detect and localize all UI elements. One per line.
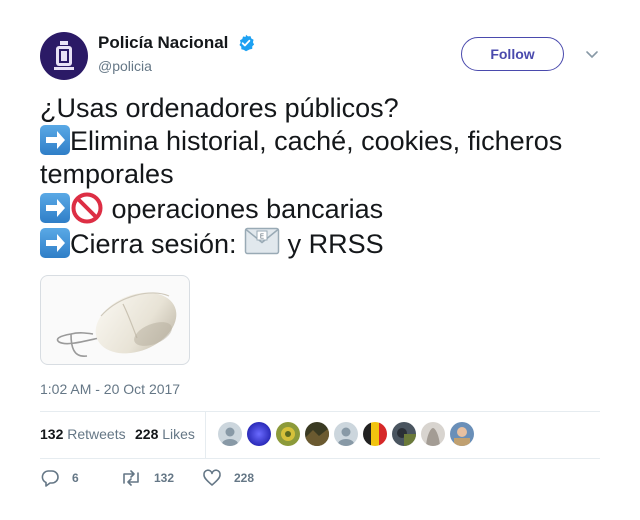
tweet-line-4-text: operaciones bancarias [104, 194, 384, 224]
retweet-count: 132 [154, 471, 175, 485]
tweet-line-2: Elimina historial, caché, cookies, fiche… [40, 125, 610, 158]
tweet-line-1: ¿Usas ordenadores públicos? [40, 93, 399, 123]
liker-avatar[interactable] [450, 422, 474, 446]
tweet-text: ¿Usas ordenadores públicos? Elimina hist… [40, 92, 610, 261]
tweet-actions: 6 132 228 [40, 468, 600, 492]
like-button[interactable]: 228 [202, 468, 254, 488]
tweet-line-5: Cierra sesión: E y RRSS [40, 226, 610, 261]
retweets-stat[interactable]: 132 Retweets [40, 426, 126, 442]
liker-avatar[interactable] [305, 422, 329, 446]
chevron-down-icon[interactable] [585, 47, 599, 61]
tweet-line-4: operaciones bancarias [40, 191, 610, 226]
tweet-line-5-text-a: Cierra sesión: [70, 229, 245, 259]
no-entry-emoji-icon [71, 192, 103, 224]
account-name-block: Policía Nacional @policia [98, 33, 255, 74]
tweet-line-2-text: Elimina historial, caché, cookies, fiche… [70, 126, 563, 156]
display-name[interactable]: Policía Nacional [98, 33, 228, 53]
liker-avatar[interactable] [421, 422, 445, 446]
computer-mouse-image [56, 292, 177, 357]
stats-separator [205, 412, 206, 458]
account-avatar[interactable] [40, 32, 88, 80]
likes-label: Likes [162, 426, 195, 442]
retweets-label: Retweets [67, 426, 126, 442]
liker-avatars [218, 422, 479, 446]
like-count: 228 [234, 471, 255, 485]
reply-count: 6 [72, 471, 79, 485]
tweet-line-3: temporales [40, 159, 174, 189]
svg-text:E: E [260, 233, 264, 241]
police-crest-icon [54, 41, 74, 70]
right-arrow-emoji-icon [40, 125, 70, 155]
divider [40, 458, 600, 459]
reply-button[interactable]: 6 [40, 468, 79, 488]
right-arrow-emoji-icon [40, 193, 70, 223]
account-handle[interactable]: @policia [98, 58, 255, 74]
follow-button[interactable]: Follow [461, 37, 564, 71]
retweets-count: 132 [40, 426, 64, 442]
envelope-emoji-icon: E [244, 227, 280, 255]
verified-badge-icon [239, 34, 254, 52]
likes-stat[interactable]: 228 Likes [135, 426, 195, 442]
reply-icon [41, 470, 59, 487]
retweet-icon [123, 470, 139, 486]
tweet-media-thumbnail[interactable] [40, 275, 190, 365]
tweet-stats: 132 Retweets 228 Likes [40, 412, 600, 458]
tweet-line-5-text-b: y RRSS [280, 229, 384, 259]
heart-icon [203, 469, 221, 486]
liker-avatar[interactable] [247, 422, 271, 446]
liker-avatar[interactable] [363, 422, 387, 446]
liker-avatar[interactable] [218, 422, 242, 446]
liker-avatar[interactable] [276, 422, 300, 446]
tweet-header: Policía Nacional @policia Follow [40, 32, 600, 80]
right-arrow-emoji-icon [40, 228, 70, 258]
liker-avatar[interactable] [392, 422, 416, 446]
likes-count: 228 [135, 426, 159, 442]
retweet-button[interactable]: 132 [120, 468, 174, 488]
liker-avatar[interactable] [334, 422, 358, 446]
tweet-timestamp[interactable]: 1:02 AM - 20 Oct 2017 [40, 381, 180, 397]
